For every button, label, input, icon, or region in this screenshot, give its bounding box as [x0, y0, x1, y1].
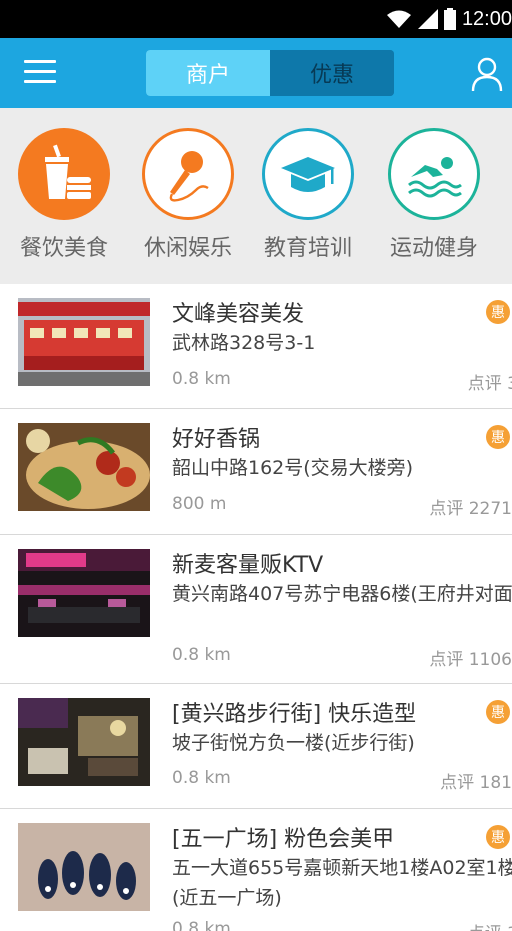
merchant-name: [黄兴路步行街] 快乐造型 [172, 702, 417, 727]
list-item[interactable]: 新麦客量贩KTV 黄兴南路407号苏宁电器6楼(王府井对面) 0.8 km 点评… [0, 535, 512, 684]
merchant-address: 五一大道655号嘉顿新天地1楼A02室1楼(近五一广场) [172, 857, 512, 909]
merchant-reviews: 点评 3 [468, 919, 512, 931]
category-leisure-label: 休闲娱乐 [143, 236, 232, 261]
deal-badge: 惠 [486, 300, 510, 324]
menu-button[interactable] [24, 60, 56, 86]
merchant-distance: 0.8 km [172, 645, 231, 665]
app-bar: 商户 优惠 [0, 38, 512, 108]
deal-badge: 惠 [486, 700, 510, 724]
category-leisure[interactable]: 休闲娱乐 [128, 128, 248, 262]
status-time: 12:00 [461, 7, 512, 30]
merchant-list: 文峰美容美发 武林路328号3-1 0.8 km 点评 3 惠 好好香锅 韶山中… [0, 284, 512, 931]
merchant-reviews: 点评 1106 [429, 650, 512, 670]
category-food-label: 餐饮美食 [19, 236, 108, 261]
deal-badge: 惠 [486, 825, 510, 849]
merchant-reviews: 点评 2271 [429, 499, 512, 519]
merchant-distance: 800 m [172, 494, 227, 514]
merchant-distance: 0.8 km [172, 369, 231, 389]
tab-merchants[interactable]: 商户 [146, 50, 270, 96]
category-food[interactable]: 餐饮美食 [4, 128, 124, 262]
category-bar: 餐饮美食 休闲娱乐 教育培训 运动健身 [0, 108, 512, 284]
wifi-icon [386, 10, 411, 28]
merchant-name: 新麦客量贩KTV [172, 553, 324, 578]
user-icon[interactable] [470, 56, 504, 92]
merchant-name: [五一广场] 粉色会美甲 [172, 827, 395, 852]
list-item[interactable]: [五一广场] 粉色会美甲 五一大道655号嘉顿新天地1楼A02室1楼(近五一广场… [0, 809, 512, 931]
merchant-reviews: 点评 3 [467, 374, 512, 394]
merchant-address: 武林路328号3-1 [172, 332, 316, 354]
merchant-name: 好好香锅 [172, 427, 261, 452]
battery-icon [443, 8, 456, 30]
category-education-label: 教育培训 [263, 236, 352, 261]
list-item[interactable]: 文峰美容美发 武林路328号3-1 0.8 km 点评 3 惠 [0, 284, 512, 409]
list-item[interactable]: [黄兴路步行街] 快乐造型 坡子街悦方负一楼(近步行街) 0.8 km 点评 1… [0, 684, 512, 809]
segment-tabs: 商户 优惠 [146, 50, 394, 96]
merchant-photo [18, 423, 150, 511]
status-icons: 12:00 [386, 6, 512, 32]
merchant-photo [18, 549, 150, 637]
swimmer-icon [388, 128, 480, 220]
merchant-address: 坡子街悦方负一楼(近步行街) [172, 732, 415, 754]
list-item[interactable]: 好好香锅 韶山中路162号(交易大楼旁) 800 m 点评 2271 惠 [0, 409, 512, 535]
merchant-name: 文峰美容美发 [172, 302, 305, 327]
tab-deals[interactable]: 优惠 [270, 50, 394, 96]
merchant-photo [18, 698, 150, 786]
category-sports[interactable]: 运动健身 [374, 128, 494, 262]
category-sports-label: 运动健身 [389, 236, 478, 261]
graduation-cap-icon [262, 128, 354, 220]
merchant-photo [18, 298, 150, 386]
deal-badge: 惠 [486, 425, 510, 449]
category-education[interactable]: 教育培训 [248, 128, 368, 262]
merchant-reviews: 点评 181 [440, 773, 512, 793]
status-bar: 12:00 [0, 0, 512, 38]
signal-icon [417, 9, 438, 29]
merchant-distance: 0.8 km [172, 768, 231, 788]
microphone-icon [142, 128, 234, 220]
merchant-address: 黄兴南路407号苏宁电器6楼(王府井对面) [172, 583, 512, 605]
food-drink-icon [18, 128, 110, 220]
merchant-photo [18, 823, 150, 911]
merchant-distance: 0.8 km [172, 919, 231, 931]
merchant-address: 韶山中路162号(交易大楼旁) [172, 457, 414, 479]
